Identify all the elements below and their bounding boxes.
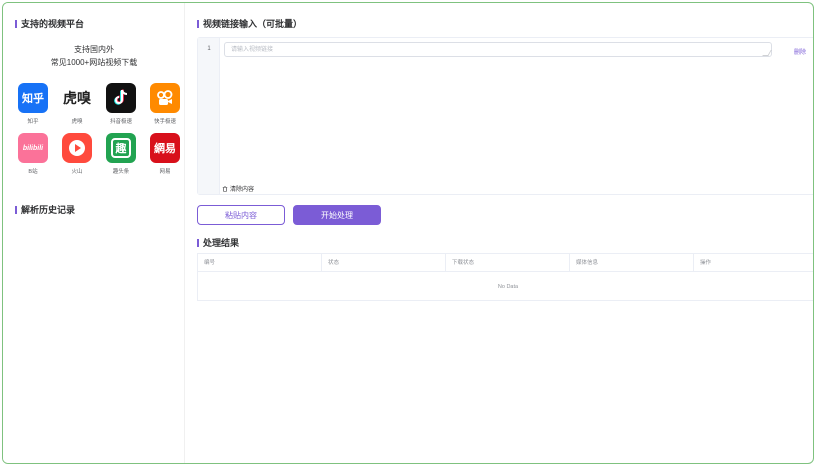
table-header: 编号 状态 下载状态 媒体信息 操作: [198, 254, 813, 272]
column-header-actions: 操作: [700, 260, 712, 266]
douyin-icon: [106, 83, 136, 113]
delete-link[interactable]: 删除: [794, 47, 806, 56]
platform-huoshan[interactable]: 火山: [59, 133, 95, 175]
main-panel: 视频链接输入（可批量） 1 删除 清除内容 粘贴内容 开始处理 处理结果 编号 …: [189, 3, 813, 463]
qutoutiao-icon: 趣: [106, 133, 136, 163]
column-header-status: 状态: [322, 254, 446, 272]
platform-label: 快手极速: [153, 119, 176, 125]
bilibili-icon: bilibili: [18, 133, 48, 163]
platform-label: 抖音极速: [109, 119, 132, 125]
history-title-text: 解析历史记录: [21, 205, 76, 215]
platform-label: B站: [28, 169, 38, 175]
platform-label: 虎嗅: [71, 119, 83, 125]
link-editor: 1 删除 清除内容: [197, 37, 813, 195]
history-section-title: 解析历史记录: [15, 203, 75, 216]
platforms-section-title: 支持的视频平台: [15, 17, 84, 30]
platform-label: 火山: [71, 169, 83, 175]
column-header-id: 编号: [198, 254, 322, 272]
platform-bilibili[interactable]: bilibili B站: [15, 133, 51, 175]
line-gutter: 1: [198, 38, 220, 194]
column-header-download-status: 下载状态: [446, 254, 570, 272]
title-accent-bar: [197, 19, 199, 28]
start-processing-button[interactable]: 开始处理: [293, 205, 381, 225]
results-section-title: 处理结果: [197, 236, 239, 249]
intro-line-2: 常见1000+网站视频下载: [50, 58, 138, 67]
platform-douyin[interactable]: 抖音极速: [103, 83, 139, 125]
sidebar: 支持的视频平台 支持国内外 常见1000+网站视频下载 知乎 知乎 虎嗅 虎嗅 …: [3, 3, 185, 463]
empty-state: No Data: [497, 284, 519, 290]
platform-zhihu[interactable]: 知乎 知乎: [15, 83, 51, 125]
trash-icon: [222, 185, 228, 192]
app-window: 支持的视频平台 支持国内外 常见1000+网站视频下载 知乎 知乎 虎嗅 虎嗅 …: [2, 2, 814, 464]
line-number: 1: [207, 46, 211, 52]
kuaishou-icon: [150, 83, 180, 113]
results-title-text: 处理结果: [203, 238, 240, 248]
intro-line-1: 支持国内外: [74, 45, 114, 54]
video-link-input[interactable]: [224, 42, 772, 57]
column-header-media-info: 媒体信息: [570, 254, 694, 272]
huoshan-icon: [62, 133, 92, 163]
platform-qutoutiao[interactable]: 趣 趣头条: [103, 133, 139, 175]
huxiu-icon: 虎嗅: [62, 83, 92, 113]
paste-button[interactable]: 粘贴内容: [197, 205, 285, 225]
title-accent-bar: [15, 19, 17, 28]
platform-label: 趣头条: [112, 169, 130, 175]
results-table: 编号 状态 下载状态 媒体信息 操作 No Data: [197, 253, 813, 301]
title-accent-bar: [15, 205, 17, 214]
platform-netease[interactable]: 網易 网易: [147, 133, 183, 175]
platforms-title-text: 支持的视频平台: [21, 19, 85, 29]
input-title-text: 视频链接输入（可批量）: [203, 19, 303, 29]
netease-icon: 網易: [150, 133, 180, 163]
zhihu-icon: 知乎: [18, 83, 48, 113]
platform-kuaishou[interactable]: 快手极速: [147, 83, 183, 125]
platform-label: 网易: [159, 169, 171, 175]
input-section-title: 视频链接输入（可批量）: [197, 17, 302, 30]
title-accent-bar: [197, 238, 199, 247]
clear-content-label: 清除内容: [230, 187, 255, 193]
clear-content-button[interactable]: 清除内容: [222, 184, 254, 193]
platform-huxiu[interactable]: 虎嗅 虎嗅: [59, 83, 95, 125]
platform-label: 知乎: [27, 119, 39, 125]
